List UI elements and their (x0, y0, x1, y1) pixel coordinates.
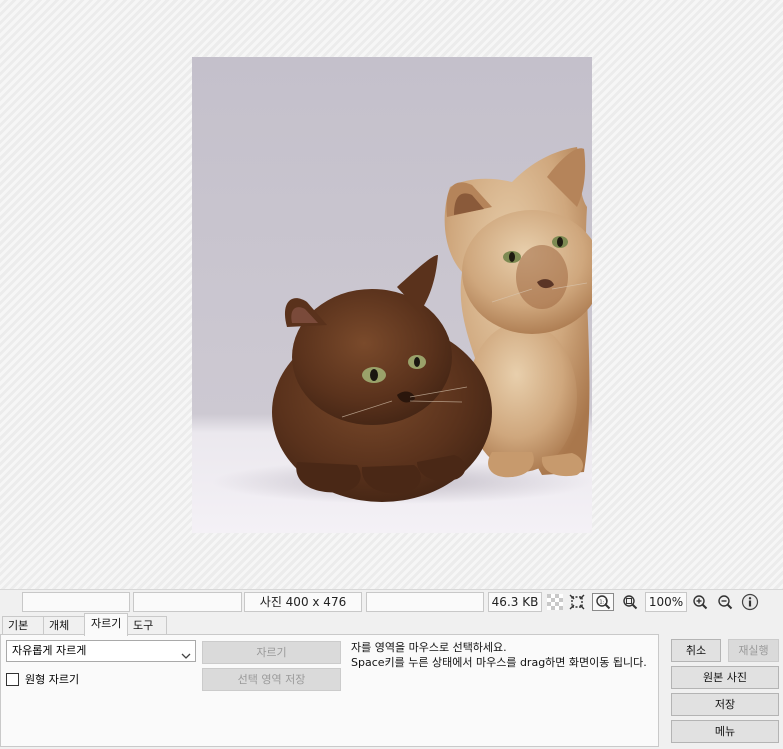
zoom-in-icon[interactable] (690, 593, 710, 611)
file-size: 46.3 KB (488, 592, 542, 612)
tab-crop[interactable]: 자르기 (84, 613, 128, 636)
crop-panel: 자유롭게 자르게 원형 자르기 자르기 선택 영역 저장 자를 영역을 마우스로… (0, 634, 659, 747)
tab-object[interactable]: 개체 (43, 616, 85, 635)
crop-hint-text: 자를 영역을 마우스로 선택하세요. Space키를 누른 상태에서 마우스를 … (351, 640, 647, 670)
status-cell-2 (133, 592, 242, 612)
image-canvas[interactable] (0, 0, 783, 589)
actual-size-icon[interactable]: 1:1 (592, 593, 614, 611)
tab-bar: 기본 개체 자르기 도구 (0, 613, 660, 636)
menu-button[interactable]: 메뉴 (671, 720, 779, 743)
hint-line-2: Space키를 누른 상태에서 마우스를 drag하면 화면이동 됩니다. (351, 656, 647, 669)
chevron-down-icon (181, 647, 191, 667)
cancel-button[interactable]: 취소 (671, 639, 721, 662)
svg-text:1:1: 1:1 (599, 599, 608, 605)
fit-window-icon[interactable] (567, 593, 587, 611)
image-dimensions: 사진 400 x 476 (244, 592, 362, 612)
checkbox-box[interactable] (6, 672, 19, 686)
tab-tools[interactable]: 도구 (127, 616, 167, 635)
zoom-out-icon[interactable] (715, 593, 735, 611)
tab-basic[interactable]: 기본 (2, 616, 44, 635)
status-cell-4 (366, 592, 484, 612)
circle-crop-checkbox[interactable]: 원형 자르기 (6, 671, 79, 687)
save-button[interactable]: 저장 (671, 693, 779, 716)
original-photo-button[interactable]: 원본 사진 (671, 666, 779, 689)
circle-crop-label: 원형 자르기 (25, 673, 80, 686)
action-panel: 취소 재실행 원본 사진 저장 메뉴 (659, 634, 783, 749)
hint-line-1: 자를 영역을 마우스로 선택하세요. (351, 641, 507, 654)
zoom-fit-icon[interactable] (620, 593, 640, 611)
redo-button[interactable]: 재실행 (728, 639, 779, 662)
save-selection-button[interactable]: 선택 영역 저장 (202, 668, 341, 691)
info-icon[interactable] (740, 593, 760, 611)
zoom-level[interactable]: 100% (645, 592, 687, 612)
kittens-photo (192, 57, 592, 533)
crop-mode-select[interactable]: 자유롭게 자르게 (6, 640, 196, 662)
crop-mode-value: 자유롭게 자르게 (12, 644, 87, 657)
crop-button[interactable]: 자르기 (202, 641, 341, 664)
transparency-icon[interactable] (545, 593, 565, 611)
status-bar: 사진 400 x 476 46.3 KB 1:1 100% (0, 589, 783, 613)
status-cell-1 (22, 592, 130, 612)
photo-image[interactable] (192, 57, 592, 533)
